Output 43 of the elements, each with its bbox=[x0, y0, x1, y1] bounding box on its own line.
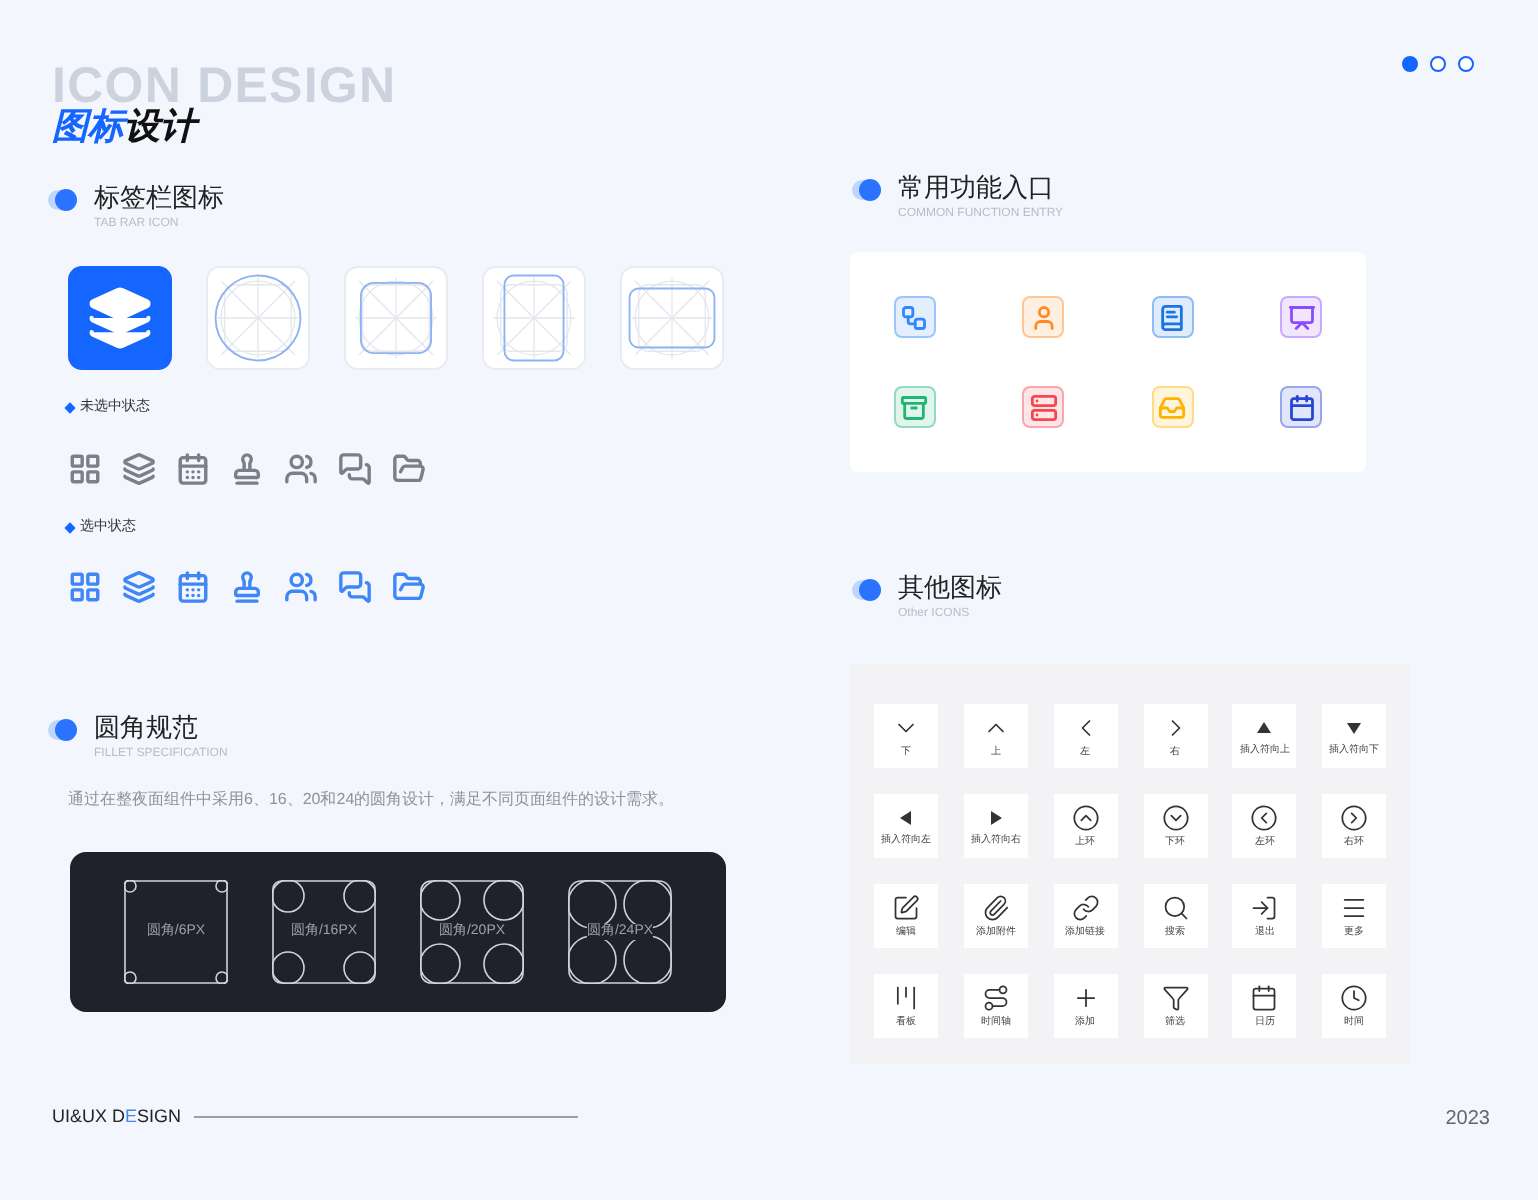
bullet-icon bbox=[850, 578, 882, 602]
paperclip-icon bbox=[981, 894, 1010, 922]
bullet-icon bbox=[46, 718, 78, 742]
function-tile[interactable] bbox=[1151, 386, 1194, 428]
function-tile[interactable] bbox=[893, 386, 936, 428]
function-tile[interactable] bbox=[1022, 386, 1065, 428]
year-text: 2023 bbox=[1445, 1106, 1490, 1134]
description-text: 通过在整夜面组件中采用6、16、20和24的圆角设计，满足不同页面组件的设计需求。 bbox=[68, 788, 677, 812]
function-tile[interactable] bbox=[1022, 296, 1065, 338]
corner-radius-drawing bbox=[420, 880, 524, 984]
edit-icon bbox=[892, 894, 920, 922]
layers-icon bbox=[86, 284, 154, 352]
function-tile[interactable] bbox=[893, 296, 936, 338]
clock-icon bbox=[1340, 984, 1369, 1012]
function-tile[interactable] bbox=[1151, 296, 1194, 338]
timeline-icon bbox=[981, 984, 1010, 1012]
section-title: 常用功能入口 bbox=[898, 172, 1056, 204]
plus-icon bbox=[1071, 984, 1100, 1012]
section-title: 圆角规范 bbox=[94, 712, 200, 744]
link-icon bbox=[1071, 894, 1100, 922]
kanban-icon bbox=[892, 984, 920, 1012]
circle-chevron-right-icon bbox=[1340, 804, 1369, 832]
filter-icon bbox=[1161, 984, 1189, 1012]
corner-radius-drawing bbox=[272, 880, 376, 984]
circle-chevron-up-icon bbox=[1071, 804, 1100, 832]
bullet-icon bbox=[850, 178, 882, 202]
function-tile[interactable] bbox=[1280, 296, 1323, 338]
menu-icon bbox=[1340, 894, 1369, 922]
bullet-icon bbox=[64, 402, 76, 415]
section-title: 其他图标 bbox=[898, 572, 1002, 604]
search-icon bbox=[1161, 894, 1189, 922]
bullet-icon bbox=[64, 521, 76, 534]
circle-chevron-down-icon bbox=[1161, 804, 1189, 832]
exit-icon bbox=[1250, 894, 1279, 922]
brand-text: UI&UX DESIGN bbox=[52, 1104, 182, 1130]
bullet-icon bbox=[46, 188, 78, 212]
page-title: 图标设计 bbox=[52, 104, 196, 148]
function-tile[interactable] bbox=[1280, 386, 1323, 428]
circle-chevron-left-icon bbox=[1250, 804, 1279, 832]
section-title: 标签栏图标 bbox=[94, 182, 224, 214]
corner-radius-drawing bbox=[124, 880, 228, 984]
corner-radius-drawing bbox=[568, 880, 672, 984]
calendar-icon bbox=[1250, 984, 1279, 1012]
